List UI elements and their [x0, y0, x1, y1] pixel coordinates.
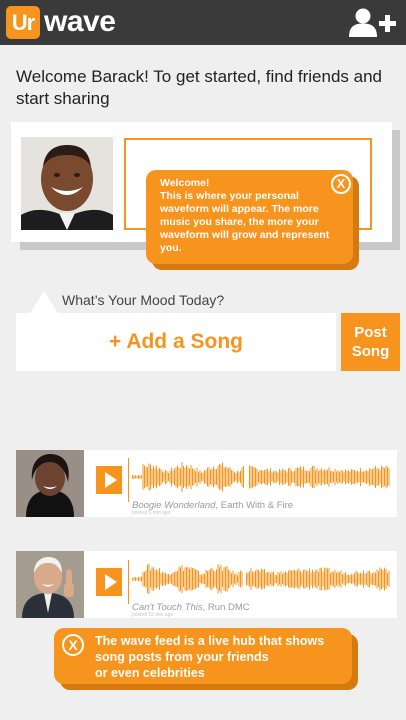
close-icon[interactable]: X: [62, 634, 84, 656]
post-timestamp: posted 5 min ago: [132, 510, 171, 516]
logo-text: wave: [44, 5, 116, 38]
mood-notch: [30, 291, 58, 313]
profile-photo[interactable]: [21, 137, 113, 230]
song-waveform[interactable]: [132, 460, 390, 494]
divider: [128, 560, 129, 604]
add-song-button[interactable]: + Add a Song: [16, 313, 336, 371]
avatar[interactable]: [16, 551, 84, 618]
song-waveform[interactable]: [132, 562, 390, 596]
post-song-button[interactable]: Post Song: [341, 313, 400, 371]
mood-prompt: What’s Your Mood Today?: [62, 292, 225, 308]
waveform-tooltip-text: Welcome! This is where your personal wav…: [160, 177, 330, 254]
welcome-message: Welcome Barack! To get started, find fri…: [16, 67, 383, 108]
song-artist: , Earth With & Fire: [215, 500, 294, 511]
add-user-icon[interactable]: [349, 8, 397, 38]
avatar[interactable]: [16, 450, 84, 517]
close-icon[interactable]: X: [331, 174, 351, 194]
logo-badge: Ur: [6, 6, 40, 39]
play-icon[interactable]: [96, 568, 122, 596]
post-timestamp: posted 12 min ago: [132, 612, 174, 618]
song-artist: , Run DMC: [202, 602, 250, 613]
divider: [128, 458, 129, 502]
play-icon[interactable]: [96, 466, 122, 494]
feed-tooltip-text: The wave feed is a live hub that shows s…: [95, 634, 325, 680]
